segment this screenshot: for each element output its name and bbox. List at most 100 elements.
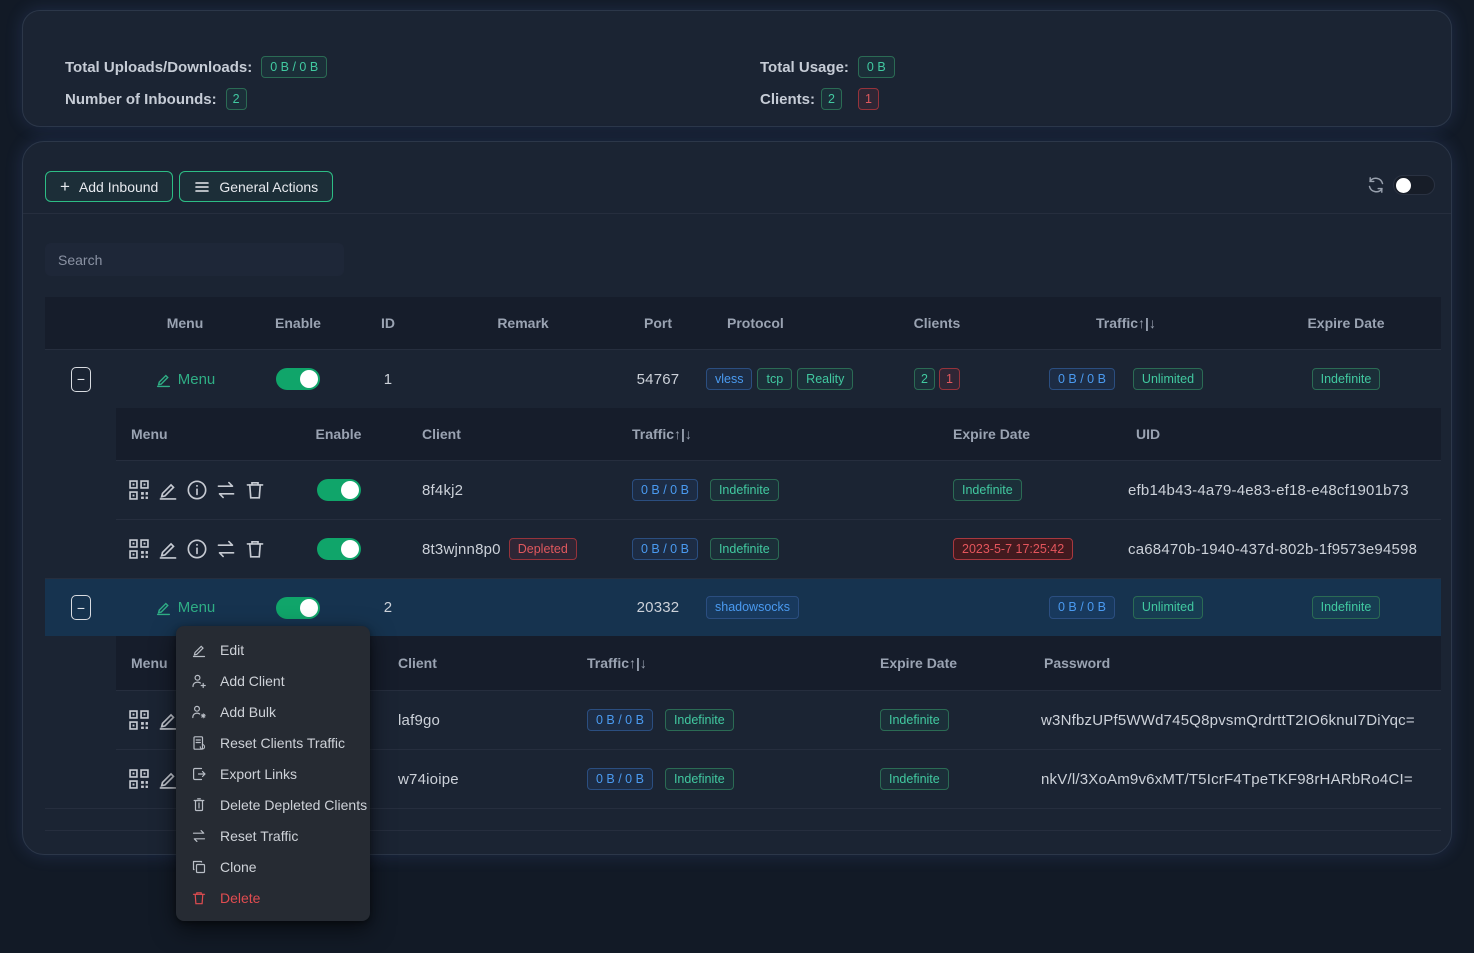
header-expire-date: Expire Date	[1251, 315, 1441, 331]
stat-uploads-value: 0 B / 0 B	[261, 56, 327, 78]
clients-header-row: Menu Enable Client Traffic↑|↓ Expire Dat…	[116, 408, 1441, 460]
expire-tag: Indefinite	[880, 709, 949, 731]
header-menu: Menu	[117, 315, 253, 331]
menu-item-delete-depleted-clients[interactable]: Delete Depleted Clients	[176, 789, 370, 820]
traffic-limit-tag: Indefinite	[710, 479, 779, 501]
edit-icon	[191, 642, 207, 658]
protocol-tag: shadowsocks	[706, 596, 799, 618]
header-protocol: Protocol	[703, 315, 873, 331]
stat-clients-active: 2	[821, 88, 842, 110]
header-traffic[interactable]: Traffic↑|↓	[1001, 315, 1251, 331]
menu-item-clone[interactable]: Clone	[176, 851, 370, 882]
menu-item-add-bulk[interactable]: Add Bulk	[176, 696, 370, 727]
edit-icon	[155, 371, 172, 388]
header-client: Client	[386, 426, 586, 442]
traffic-tag: 0 B / 0 B	[632, 479, 698, 501]
stat-total-usage: Total Usage: 0 B	[760, 56, 895, 78]
protocol-tag: Reality	[797, 368, 853, 390]
refresh-icon[interactable]	[1366, 175, 1386, 195]
clients-depleted-tag: 1	[939, 368, 960, 390]
client-uid: efb14b43-4a79-4e83-ef18-e48cf1901b73	[1126, 482, 1441, 499]
stats-panel: Total Uploads/Downloads: 0 B / 0 B Numbe…	[22, 10, 1452, 127]
header-password: Password	[1041, 655, 1441, 671]
enable-toggle[interactable]	[317, 538, 361, 560]
stat-uploads-label: Total Uploads/Downloads:	[65, 59, 252, 76]
info-icon[interactable]	[186, 479, 208, 501]
protocol-tag: tcp	[757, 368, 792, 390]
client-name: 8t3wjnn8p0	[422, 541, 501, 558]
header-traffic[interactable]: Traffic↑|↓	[586, 655, 876, 671]
inbound-menu-button[interactable]: Menu	[155, 599, 216, 616]
stat-clients-label: Clients:	[760, 91, 815, 108]
traffic-tag: 0 B / 0 B	[632, 538, 698, 560]
qrcode-icon[interactable]	[128, 538, 150, 560]
user-add-icon	[191, 673, 207, 689]
enable-toggle[interactable]	[276, 597, 320, 619]
header-id: ID	[343, 315, 433, 331]
client-name: laf9go	[386, 712, 586, 729]
stat-number-inbounds: Number of Inbounds: 2	[65, 88, 247, 110]
client-row: 8f4kj2 0 B / 0 B Indefinite Indefinite e…	[116, 460, 1441, 519]
protocol-tag: vless	[706, 368, 752, 390]
collapse-button[interactable]: −	[71, 595, 91, 620]
stat-usage-label: Total Usage:	[760, 59, 849, 76]
inbound-menu-button[interactable]: Menu	[155, 371, 216, 388]
file-reset-icon	[191, 735, 207, 751]
qrcode-icon[interactable]	[128, 768, 150, 790]
header-client: Client	[386, 655, 586, 671]
general-actions-button[interactable]: General Actions	[179, 171, 333, 202]
inbound-row-1: − Menu 1 54767 vless tcp Reality 2	[45, 349, 1441, 408]
header-clients: Clients	[873, 315, 1001, 331]
minus-icon: −	[77, 372, 85, 386]
menu-item-edit[interactable]: Edit	[176, 634, 370, 665]
inbound-id: 1	[343, 371, 433, 388]
inbound-context-menu: Edit Add Client Add Bulk Reset Clients T…	[176, 626, 370, 921]
menu-item-export-links[interactable]: Export Links	[176, 758, 370, 789]
plus-icon: +	[60, 178, 70, 195]
toolbar: + Add Inbound General Actions	[45, 171, 333, 202]
stat-clients-depleted: 1	[858, 88, 879, 110]
hamburger-icon	[194, 179, 210, 195]
traffic-tag: 0 B / 0 B	[1049, 596, 1115, 618]
info-icon[interactable]	[186, 538, 208, 560]
header-traffic[interactable]: Traffic↑|↓	[586, 426, 896, 442]
search-input[interactable]	[45, 243, 344, 276]
users-add-icon	[191, 704, 207, 720]
header-enable: Enable	[253, 315, 343, 331]
menu-item-add-client[interactable]: Add Client	[176, 665, 370, 696]
edit-icon[interactable]	[157, 538, 179, 560]
enable-toggle[interactable]	[276, 368, 320, 390]
qrcode-icon[interactable]	[128, 479, 150, 501]
expire-tag: Indefinite	[953, 479, 1022, 501]
edit-icon[interactable]	[157, 479, 179, 501]
menu-item-reset-traffic[interactable]: Reset Traffic	[176, 820, 370, 851]
reset-traffic-icon[interactable]	[215, 479, 237, 501]
qrcode-icon[interactable]	[128, 709, 150, 731]
traffic-limit-tag: Unlimited	[1133, 596, 1203, 618]
minus-icon: −	[77, 601, 85, 615]
delete-depleted-icon	[191, 797, 207, 813]
traffic-tag: 0 B / 0 B	[1049, 368, 1115, 390]
inbound-port: 20332	[613, 599, 703, 616]
enable-toggle[interactable]	[317, 479, 361, 501]
trash-icon[interactable]	[244, 538, 266, 560]
traffic-limit-tag: Indefinite	[710, 538, 779, 560]
dark-mode-toggle[interactable]	[1393, 175, 1435, 195]
add-inbound-label: Add Inbound	[79, 179, 158, 195]
stat-total-uploads: Total Uploads/Downloads: 0 B / 0 B	[65, 56, 327, 78]
table-header-row: Menu Enable ID Remark Port Protocol Clie…	[45, 297, 1441, 349]
header-uid: UID	[1126, 426, 1441, 442]
header-port: Port	[613, 315, 703, 331]
general-actions-label: General Actions	[219, 179, 318, 195]
inbound-id: 2	[343, 599, 433, 616]
client-name: w74ioipe	[386, 771, 586, 788]
reset-traffic-icon[interactable]	[215, 538, 237, 560]
menu-item-reset-clients-traffic[interactable]: Reset Clients Traffic	[176, 727, 370, 758]
collapse-button[interactable]: −	[71, 367, 91, 392]
inbound-port: 54767	[613, 371, 703, 388]
header-expire-date: Expire Date	[896, 426, 1126, 442]
add-inbound-button[interactable]: + Add Inbound	[45, 171, 173, 202]
trash-icon[interactable]	[244, 479, 266, 501]
menu-item-delete[interactable]: Delete	[176, 882, 370, 913]
client-password: w3NfbzUPf5WWd745Q8pvsmQrdrttT2IO6knuI7Di…	[1041, 712, 1441, 729]
